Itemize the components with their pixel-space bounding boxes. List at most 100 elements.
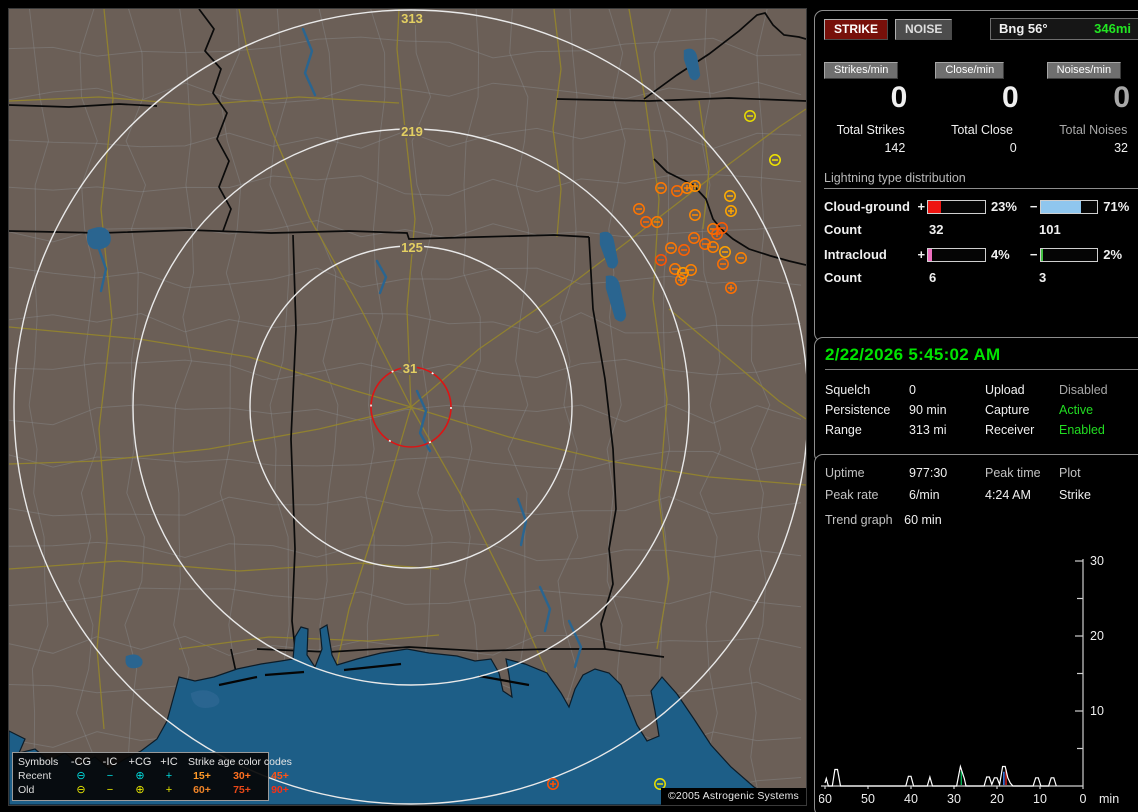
total-strikes-value: 142	[884, 141, 906, 155]
cg-plus-pct: 23%	[990, 199, 1017, 214]
cloud-ground-label: Cloud-ground	[824, 199, 910, 214]
legend-symbol-recent-1: −	[106, 770, 114, 782]
cg-plus-bar	[927, 199, 986, 214]
legend-row-label-recent: Recent	[18, 770, 52, 782]
ic-minus-pct: 2%	[1103, 247, 1123, 262]
legend-header-symbols: Symbols	[18, 756, 59, 768]
trend-graph-label: Trend graph	[825, 513, 893, 527]
strikes-per-min-label: Strikes/min	[824, 62, 899, 79]
intracloud-row: Intracloud + 4% − 2%	[824, 247, 1138, 262]
noises-counter: Noises/min 0 Total Noises 32	[1046, 62, 1138, 155]
range-value: 313 mi	[909, 423, 947, 437]
upload-label: Upload	[985, 383, 1025, 397]
legend-header-pic: +IC	[160, 756, 178, 768]
legend-symbol-old-3: +	[165, 784, 173, 796]
legend-symbol-old-2: ⊕	[135, 784, 145, 796]
distribution-title: Lightning type distribution	[824, 171, 1138, 189]
legend-age-old-1: 75+	[233, 784, 251, 796]
svg-text:30: 30	[1090, 554, 1104, 568]
strikes-per-min-value: 0	[890, 81, 908, 114]
legend-symbol-recent-2: ⊕	[135, 770, 145, 782]
cloud-ground-row: Cloud-ground + 23% − 71%	[824, 199, 1138, 214]
legend-header-ncg: -CG	[70, 756, 92, 768]
radar-map[interactable]: 313 219 125 31 Symbols -CG -IC +CG +IC Stri…	[8, 8, 807, 806]
legend-age-recent-1: 30+	[233, 770, 251, 782]
capture-status: Active	[1059, 403, 1094, 417]
total-strikes-label: Total Strikes	[836, 123, 905, 137]
svg-text:40: 40	[904, 792, 918, 806]
ic-plus-bar	[927, 247, 986, 262]
plus-sign: +	[917, 247, 926, 262]
total-noises-value: 32	[1114, 141, 1128, 155]
legend-row-label-old: Old	[18, 784, 35, 796]
total-close-value: 0	[1009, 141, 1017, 155]
side-panel: STRIKE NOISE Bng 56° 346mi Strikes/min 0…	[812, 0, 1138, 812]
squelch-label: Squelch	[825, 383, 871, 397]
bearing-label: Bng 56°	[999, 21, 1048, 36]
close-per-min-label: Close/min	[935, 62, 1005, 79]
trend-graph-window: 60 min	[904, 513, 942, 527]
trend-graph: 10 20 30 60 50 40 30 20 10 0 min	[819, 554, 1119, 806]
datetime-display: 2/22/2026 5:45:02 AM	[825, 345, 1138, 370]
svg-text:0: 0	[1080, 792, 1087, 806]
legend-symbol-old-1: −	[106, 784, 114, 796]
minus-sign: −	[1029, 199, 1038, 214]
svg-text:10: 10	[1033, 792, 1047, 806]
receiver-status: Enabled	[1059, 423, 1105, 437]
upload-status: Disabled	[1059, 383, 1108, 397]
receiver-label: Receiver	[985, 423, 1035, 437]
strike-button[interactable]: STRIKE	[824, 18, 889, 40]
svg-text:20: 20	[990, 792, 1004, 806]
svg-text:min: min	[1099, 792, 1119, 806]
strike-stats-box: STRIKE NOISE Bng 56° 346mi Strikes/min 0…	[814, 10, 1138, 342]
total-close-label: Total Close	[951, 123, 1013, 137]
noises-per-min-label: Noises/min	[1046, 62, 1122, 79]
persistence-label: Persistence	[825, 403, 891, 417]
app-window: 313 219 125 31 Symbols -CG -IC +CG +IC Stri…	[0, 0, 1138, 812]
uptime-value: 977:30	[909, 466, 948, 480]
squelch-value: 0	[909, 383, 916, 397]
intracloud-counts: Count 6 3	[824, 270, 1138, 285]
svg-text:20: 20	[1090, 629, 1104, 643]
cg-plus-count: 32	[929, 222, 944, 237]
trend-box: Uptime 977:30 Peak time Plot Peak rate 6…	[814, 454, 1138, 812]
total-noises-label: Total Noises	[1059, 123, 1128, 137]
legend-age-old-2: 90+	[271, 784, 289, 796]
ic-minus-bar	[1039, 247, 1099, 262]
minus-sign: −	[1029, 247, 1038, 262]
ic-minus-count: 3	[1039, 270, 1047, 285]
cg-minus-count: 101	[1039, 222, 1061, 237]
svg-text:313: 313	[401, 11, 423, 26]
legend-symbol-recent-3: +	[165, 770, 173, 782]
cg-minus-bar	[1039, 199, 1099, 214]
peak-time-label: Peak time	[985, 466, 1041, 480]
peak-rate-value: 6/min	[909, 488, 940, 502]
map-legend: Symbols -CG -IC +CG +IC Strike age color…	[12, 752, 292, 801]
peak-time-value: 4:24 AM	[985, 488, 1031, 502]
svg-text:125: 125	[401, 240, 423, 255]
map-canvas[interactable]: 313 219 125 31	[9, 9, 806, 805]
legend-age-header: Strike age color codes	[188, 756, 292, 768]
legend-age-recent-2: 45+	[271, 770, 289, 782]
close-counter: Close/min 0 Total Close 0	[935, 62, 1028, 155]
legend-age-recent-0: 15+	[193, 770, 211, 782]
capture-label: Capture	[985, 403, 1030, 417]
svg-text:10: 10	[1090, 704, 1104, 718]
svg-text:60: 60	[819, 792, 832, 806]
legend-symbol-old-0: ⊖	[76, 784, 86, 796]
range-label: Range	[825, 423, 862, 437]
cg-minus-pct: 71%	[1103, 199, 1130, 214]
close-per-min-value: 0	[1001, 81, 1019, 114]
uptime-label: Uptime	[825, 466, 865, 480]
plot-label: Plot	[1059, 466, 1081, 480]
bearing-display: Bng 56° 346mi	[990, 18, 1138, 40]
noises-per-min-value: 0	[1113, 81, 1130, 114]
cloud-ground-counts: Count 32 101	[824, 222, 1138, 237]
noise-button[interactable]: NOISE	[895, 18, 953, 40]
strikes-counter: Strikes/min 0 Total Strikes 142	[824, 62, 917, 155]
svg-text:219: 219	[401, 124, 423, 139]
legend-header-pcg: +CG	[128, 756, 152, 768]
persistence-value: 90 min	[909, 403, 947, 417]
svg-text:30: 30	[947, 792, 961, 806]
legend-age-old-0: 60+	[193, 784, 211, 796]
